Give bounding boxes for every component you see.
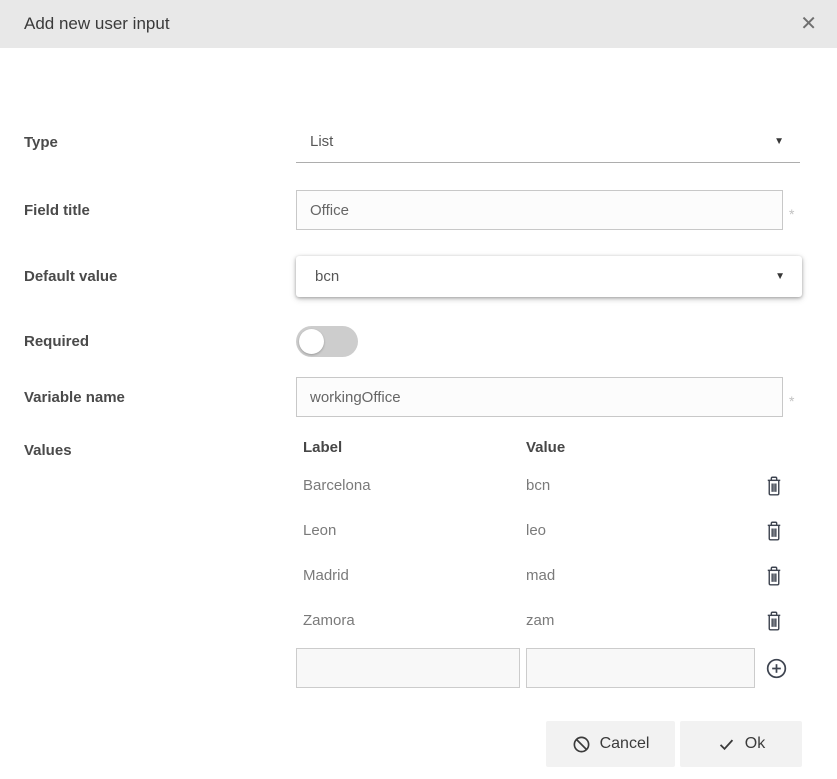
values-table: Label Value Barcelona bcn (296, 439, 802, 688)
row-label-cell: Madrid (296, 567, 526, 584)
row-label-cell: Leon (296, 522, 526, 539)
trash-icon[interactable] (764, 610, 784, 632)
type-select[interactable]: List ▼ (296, 121, 800, 163)
default-value-select-value: bcn (315, 268, 339, 285)
required-marker: * (789, 198, 794, 222)
row-value-cell: bcn (526, 477, 754, 494)
default-value-label: Default value (24, 268, 296, 285)
type-row: Type List ▼ (24, 121, 837, 163)
table-row: Zamora zam (296, 598, 802, 643)
row-label-cell: Barcelona (296, 477, 526, 494)
row-label-cell: Zamora (296, 612, 526, 629)
required-toggle[interactable] (296, 326, 358, 357)
check-icon (717, 735, 736, 754)
values-row: Values Label Value Barcelona bcn (24, 439, 837, 688)
dialog-title: Add new user input (24, 14, 170, 34)
field-title-row: Field title * (24, 190, 837, 230)
dialog-footer: Cancel Ok (24, 721, 837, 767)
variable-name-input[interactable] (296, 377, 783, 417)
values-table-header: Label Value (296, 439, 802, 463)
ban-icon (572, 735, 591, 754)
field-title-input[interactable] (296, 190, 783, 230)
dialog-form: Type List ▼ Field title * Default value … (0, 121, 837, 767)
variable-name-row: Variable name * (24, 377, 837, 417)
new-value-row (296, 648, 802, 688)
default-value-select[interactable]: bcn ▼ (296, 256, 802, 297)
new-label-input[interactable] (296, 648, 520, 688)
default-value-row: Default value bcn ▼ (24, 256, 837, 297)
field-title-label: Field title (24, 202, 296, 219)
row-value-cell: leo (526, 522, 754, 539)
row-value-cell: zam (526, 612, 754, 629)
value-column-header: Value (526, 439, 754, 456)
table-row: Leon leo (296, 508, 802, 553)
trash-icon[interactable] (764, 565, 784, 587)
caret-down-icon: ▼ (775, 272, 785, 282)
required-row: Required (24, 326, 837, 357)
close-icon[interactable]: ✕ (800, 14, 817, 34)
caret-down-icon: ▼ (774, 137, 784, 147)
toggle-knob (299, 329, 324, 354)
table-row: Madrid mad (296, 553, 802, 598)
row-value-cell: mad (526, 567, 754, 584)
ok-button-label: Ok (745, 735, 765, 753)
dialog-header: Add new user input ✕ (0, 0, 837, 48)
values-label: Values (24, 439, 296, 688)
type-label: Type (24, 134, 296, 151)
trash-icon[interactable] (764, 520, 784, 542)
plus-circle-icon[interactable] (765, 657, 788, 680)
table-row: Barcelona bcn (296, 463, 802, 508)
type-select-value: List (310, 133, 333, 150)
label-column-header: Label (296, 439, 526, 456)
variable-name-label: Variable name (24, 389, 296, 406)
ok-button[interactable]: Ok (680, 721, 802, 767)
required-marker: * (789, 385, 794, 409)
cancel-button-label: Cancel (600, 735, 650, 753)
add-user-input-dialog: Add new user input ✕ Type List ▼ Field t… (0, 0, 837, 779)
new-value-input[interactable] (526, 648, 755, 688)
required-label: Required (24, 333, 296, 350)
trash-icon[interactable] (764, 475, 784, 497)
cancel-button[interactable]: Cancel (546, 721, 675, 767)
